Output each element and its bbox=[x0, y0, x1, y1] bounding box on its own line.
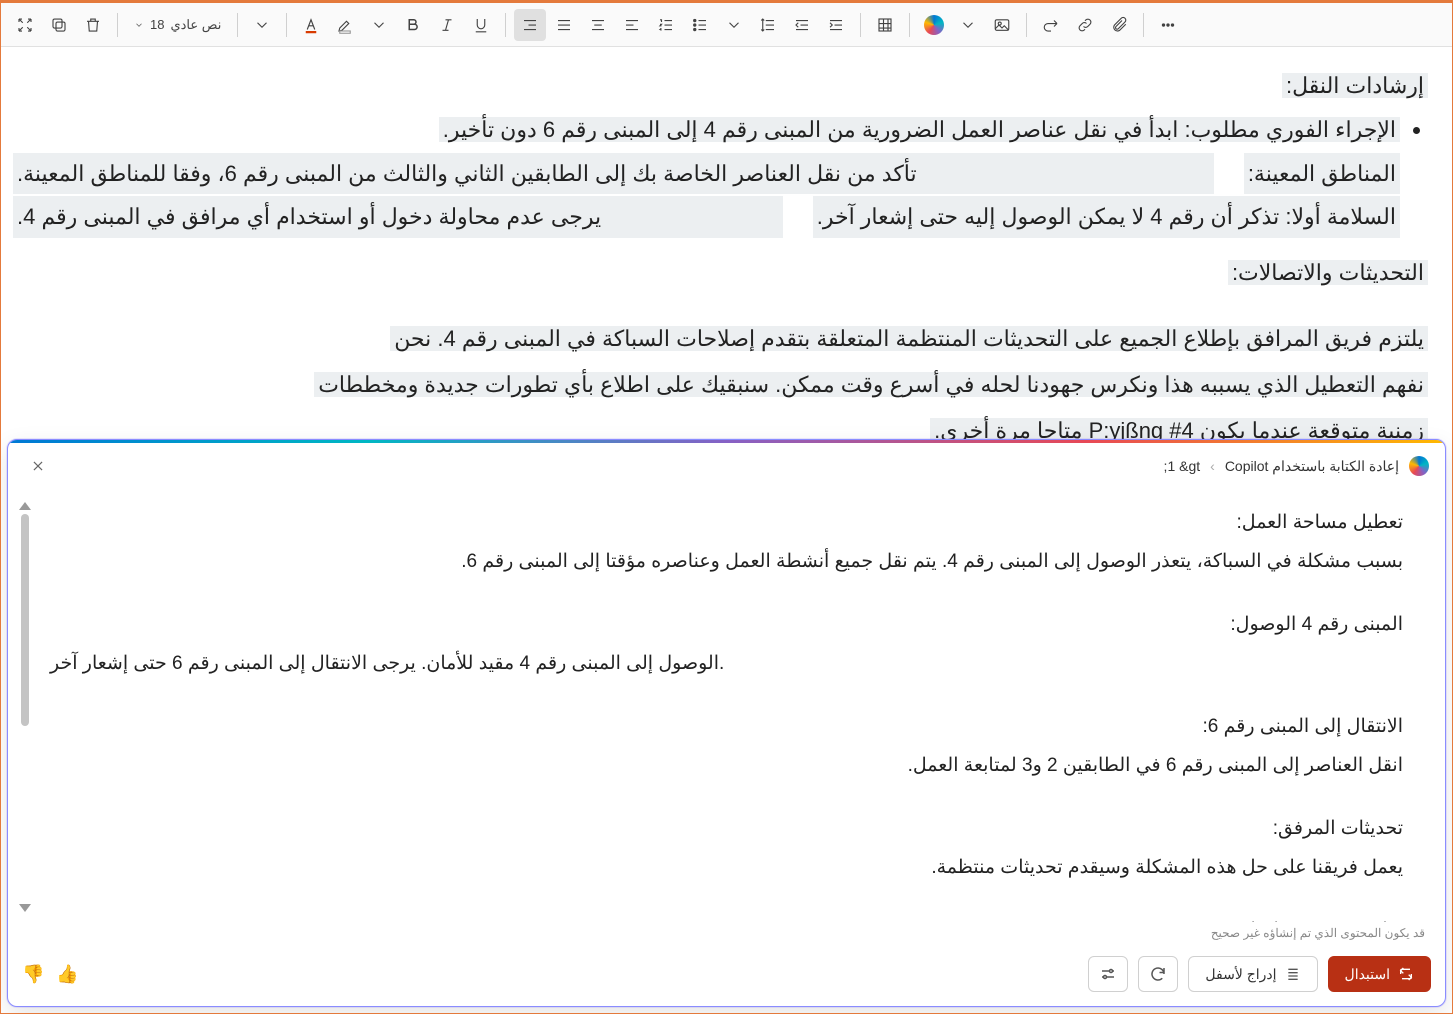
section-heading: التحديثات والاتصالات: bbox=[1228, 260, 1428, 285]
bullet-list-button[interactable] bbox=[684, 9, 716, 41]
replace-icon bbox=[1398, 966, 1414, 982]
copilot-icon bbox=[924, 15, 944, 35]
chevron-down-icon bbox=[134, 20, 144, 30]
list-item: المناطق المعينة: تأكد من نقل العناصر الخ… bbox=[13, 153, 1400, 195]
expand-icon[interactable] bbox=[9, 9, 41, 41]
insert-below-button[interactable]: إدراج لأسفل bbox=[1188, 956, 1317, 992]
chevron-right-icon: › bbox=[1210, 458, 1215, 474]
more-options-button[interactable] bbox=[1152, 9, 1184, 41]
suggestion-heading: الانتقال إلى المبنى رقم 6: bbox=[50, 708, 1403, 745]
numbered-list-button[interactable] bbox=[650, 9, 682, 41]
close-button[interactable] bbox=[24, 452, 52, 480]
adjust-button[interactable] bbox=[1088, 956, 1128, 992]
highlight-button[interactable] bbox=[329, 9, 361, 41]
align-left-button[interactable] bbox=[616, 9, 648, 41]
bold-dropdown[interactable] bbox=[363, 9, 395, 41]
attach-button[interactable] bbox=[1103, 9, 1135, 41]
indent-increase-button[interactable] bbox=[820, 9, 852, 41]
bullet-list: الإجراء الفوري مطلوب: ابدأ في نقل عناصر … bbox=[13, 109, 1428, 238]
image-dropdown[interactable] bbox=[952, 9, 984, 41]
suggestion-text: يعمل فريقنا على حل هذه المشكلة وسيقدم تح… bbox=[50, 849, 1403, 886]
line-spacing-dropdown[interactable] bbox=[718, 9, 750, 41]
bold-button[interactable] bbox=[397, 9, 429, 41]
suggestion-heading: تعطيل مساحة العمل: bbox=[50, 504, 1403, 541]
refresh-icon bbox=[1149, 965, 1167, 983]
list-item: السلامة أولا: تذكر أن رقم 4 لا يمكن الوص… bbox=[13, 196, 1400, 238]
scroll-thumb[interactable] bbox=[21, 514, 29, 726]
suggestion-heading: تحديثات المرفق: bbox=[50, 810, 1403, 847]
font-size-label: 18 bbox=[150, 17, 164, 32]
scroll-down-icon[interactable] bbox=[19, 904, 31, 912]
align-center-button[interactable] bbox=[582, 9, 614, 41]
ai-disclaimer: قد يكون المحتوى الذي تم إنشاؤه غير صحيح bbox=[8, 922, 1445, 946]
redo-button[interactable] bbox=[1035, 9, 1067, 41]
insert-below-icon bbox=[1285, 966, 1301, 982]
style-dropdown[interactable] bbox=[246, 9, 278, 41]
italic-button[interactable] bbox=[431, 9, 463, 41]
suggestion-heading: المبنى رقم 4 الوصول: bbox=[50, 606, 1403, 643]
breadcrumb-leaf: ‎1 &gt; bbox=[1164, 458, 1201, 474]
scroll-up-icon[interactable] bbox=[19, 502, 31, 510]
insert-image-button[interactable] bbox=[986, 9, 1018, 41]
line-spacing-button[interactable] bbox=[752, 9, 784, 41]
align-right-button[interactable] bbox=[514, 9, 546, 41]
formatting-toolbar: نص عادي 18 bbox=[1, 3, 1452, 47]
sliders-icon bbox=[1099, 965, 1117, 983]
paragraph-style-label: نص عادي bbox=[170, 17, 221, 33]
copilot-button[interactable] bbox=[918, 9, 950, 41]
indent-decrease-button[interactable] bbox=[786, 9, 818, 41]
list-item: الإجراء الفوري مطلوب: ابدأ في نقل عناصر … bbox=[13, 109, 1400, 151]
suggestion-heading-row: نقل تعليمات: bbox=[50, 912, 1403, 922]
copilot-panel-header: إعادة الكتابة باستخدام Copilot › ‎1 &gt; bbox=[8, 440, 1445, 492]
copilot-panel-footer: استبدال إدراج لأسفل 👍 👎 bbox=[8, 946, 1445, 1006]
underline-button[interactable] bbox=[465, 9, 497, 41]
thumbs-down-button[interactable]: 👎 bbox=[22, 964, 44, 985]
suggestion-text: انقل العناصر إلى المبنى رقم 6 في الطابقي… bbox=[50, 747, 1403, 784]
suggestion-text: الوصول إلى المبنى رقم 4 مقيد للأمان. يرج… bbox=[50, 645, 1403, 682]
copy-icon[interactable] bbox=[43, 9, 75, 41]
scrollbar[interactable] bbox=[18, 502, 32, 912]
align-justify-button[interactable] bbox=[548, 9, 580, 41]
feedback-buttons: 👍 👎 bbox=[22, 964, 79, 985]
regenerate-button[interactable] bbox=[1138, 956, 1178, 992]
delete-icon[interactable] bbox=[77, 9, 109, 41]
copilot-icon bbox=[1409, 456, 1429, 476]
paragraph-style-combo[interactable]: نص عادي 18 bbox=[126, 9, 229, 41]
section-heading: إرشادات النقل: bbox=[1282, 73, 1428, 98]
breadcrumb-root[interactable]: إعادة الكتابة باستخدام Copilot bbox=[1225, 458, 1399, 475]
close-icon bbox=[31, 459, 45, 473]
insert-table-button[interactable] bbox=[869, 9, 901, 41]
font-color-button[interactable] bbox=[295, 9, 327, 41]
replace-button[interactable]: استبدال bbox=[1328, 956, 1431, 992]
thumbs-up-button[interactable]: 👍 bbox=[56, 964, 78, 985]
suggestion-text: بسبب مشكلة في السباكة، يتعذر الوصول إلى … bbox=[50, 543, 1403, 580]
link-button[interactable] bbox=[1069, 9, 1101, 41]
copilot-rewrite-panel: إعادة الكتابة باستخدام Copilot › ‎1 &gt;… bbox=[7, 439, 1446, 1007]
copilot-suggestion-body[interactable]: تعطيل مساحة العمل: بسبب مشكلة في السباكة… bbox=[8, 492, 1445, 922]
